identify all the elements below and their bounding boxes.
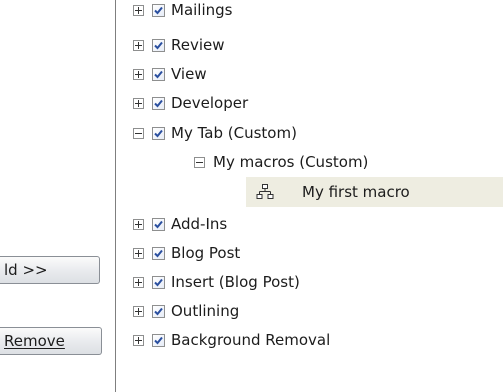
checkbox[interactable]: [152, 333, 165, 347]
tree-item-label: Insert (Blog Post): [171, 273, 300, 291]
checkbox[interactable]: [152, 126, 165, 140]
expand-icon[interactable]: [133, 305, 144, 317]
add-button-label: ld >>: [4, 261, 48, 279]
tree-item-label: Mailings: [171, 1, 233, 19]
expand-icon[interactable]: [133, 4, 144, 16]
tree-item-label: Outlining: [171, 302, 240, 320]
checkbox[interactable]: [152, 3, 165, 17]
expand-icon[interactable]: [133, 39, 144, 51]
remove-button-label: Remove: [4, 332, 65, 350]
tree-item-label: My macros (Custom): [213, 153, 369, 171]
tree-item-developer[interactable]: Developer: [133, 91, 248, 115]
tree-item-mailings[interactable]: Mailings: [133, 0, 232, 22]
checkbox[interactable]: [152, 96, 165, 110]
tree-item-view[interactable]: View: [133, 62, 207, 86]
checkbox[interactable]: [152, 38, 165, 52]
tree-item-add-ins[interactable]: Add-Ins: [133, 212, 227, 236]
expand-icon[interactable]: [133, 68, 144, 80]
tree-item-my-tab[interactable]: My Tab (Custom): [133, 121, 297, 145]
tree-item-blog-post[interactable]: Blog Post: [133, 241, 240, 265]
expand-icon[interactable]: [133, 247, 144, 259]
tree-item-label: View: [171, 65, 207, 83]
add-button[interactable]: ld >>: [0, 256, 100, 284]
macro-icon: [256, 184, 274, 199]
checkbox[interactable]: [152, 246, 165, 260]
expand-icon[interactable]: [133, 218, 144, 230]
expand-icon[interactable]: [133, 334, 144, 346]
expand-icon[interactable]: [133, 276, 144, 288]
tree-item-outlining[interactable]: Outlining: [133, 299, 239, 323]
remove-button[interactable]: Remove: [0, 327, 102, 355]
tree-item-label: My first macro: [302, 183, 410, 201]
collapse-icon[interactable]: [194, 156, 205, 168]
checkbox[interactable]: [152, 304, 165, 318]
tree-item-label: Background Removal: [171, 331, 331, 349]
expand-icon[interactable]: [133, 97, 144, 109]
tree-item-background-removal[interactable]: Background Removal: [133, 328, 330, 352]
tree-item-label: Review: [171, 36, 225, 54]
checkbox[interactable]: [152, 275, 165, 289]
tree-item-my-first-macro[interactable]: My first macro: [256, 180, 410, 204]
collapse-icon[interactable]: [133, 127, 144, 139]
tree-item-label: My Tab (Custom): [171, 124, 297, 142]
tree-item-label: Developer: [171, 94, 249, 112]
tree-item-label: Add-Ins: [171, 215, 228, 233]
checkbox[interactable]: [152, 67, 165, 81]
tree-item-insert-blog-post[interactable]: Insert (Blog Post): [133, 270, 300, 294]
tree-item-label: Blog Post: [171, 244, 241, 262]
checkbox[interactable]: [152, 217, 165, 231]
tree-item-review[interactable]: Review: [133, 33, 225, 57]
tree-item-my-macros[interactable]: My macros (Custom): [194, 150, 368, 174]
panel-divider: [115, 0, 116, 392]
